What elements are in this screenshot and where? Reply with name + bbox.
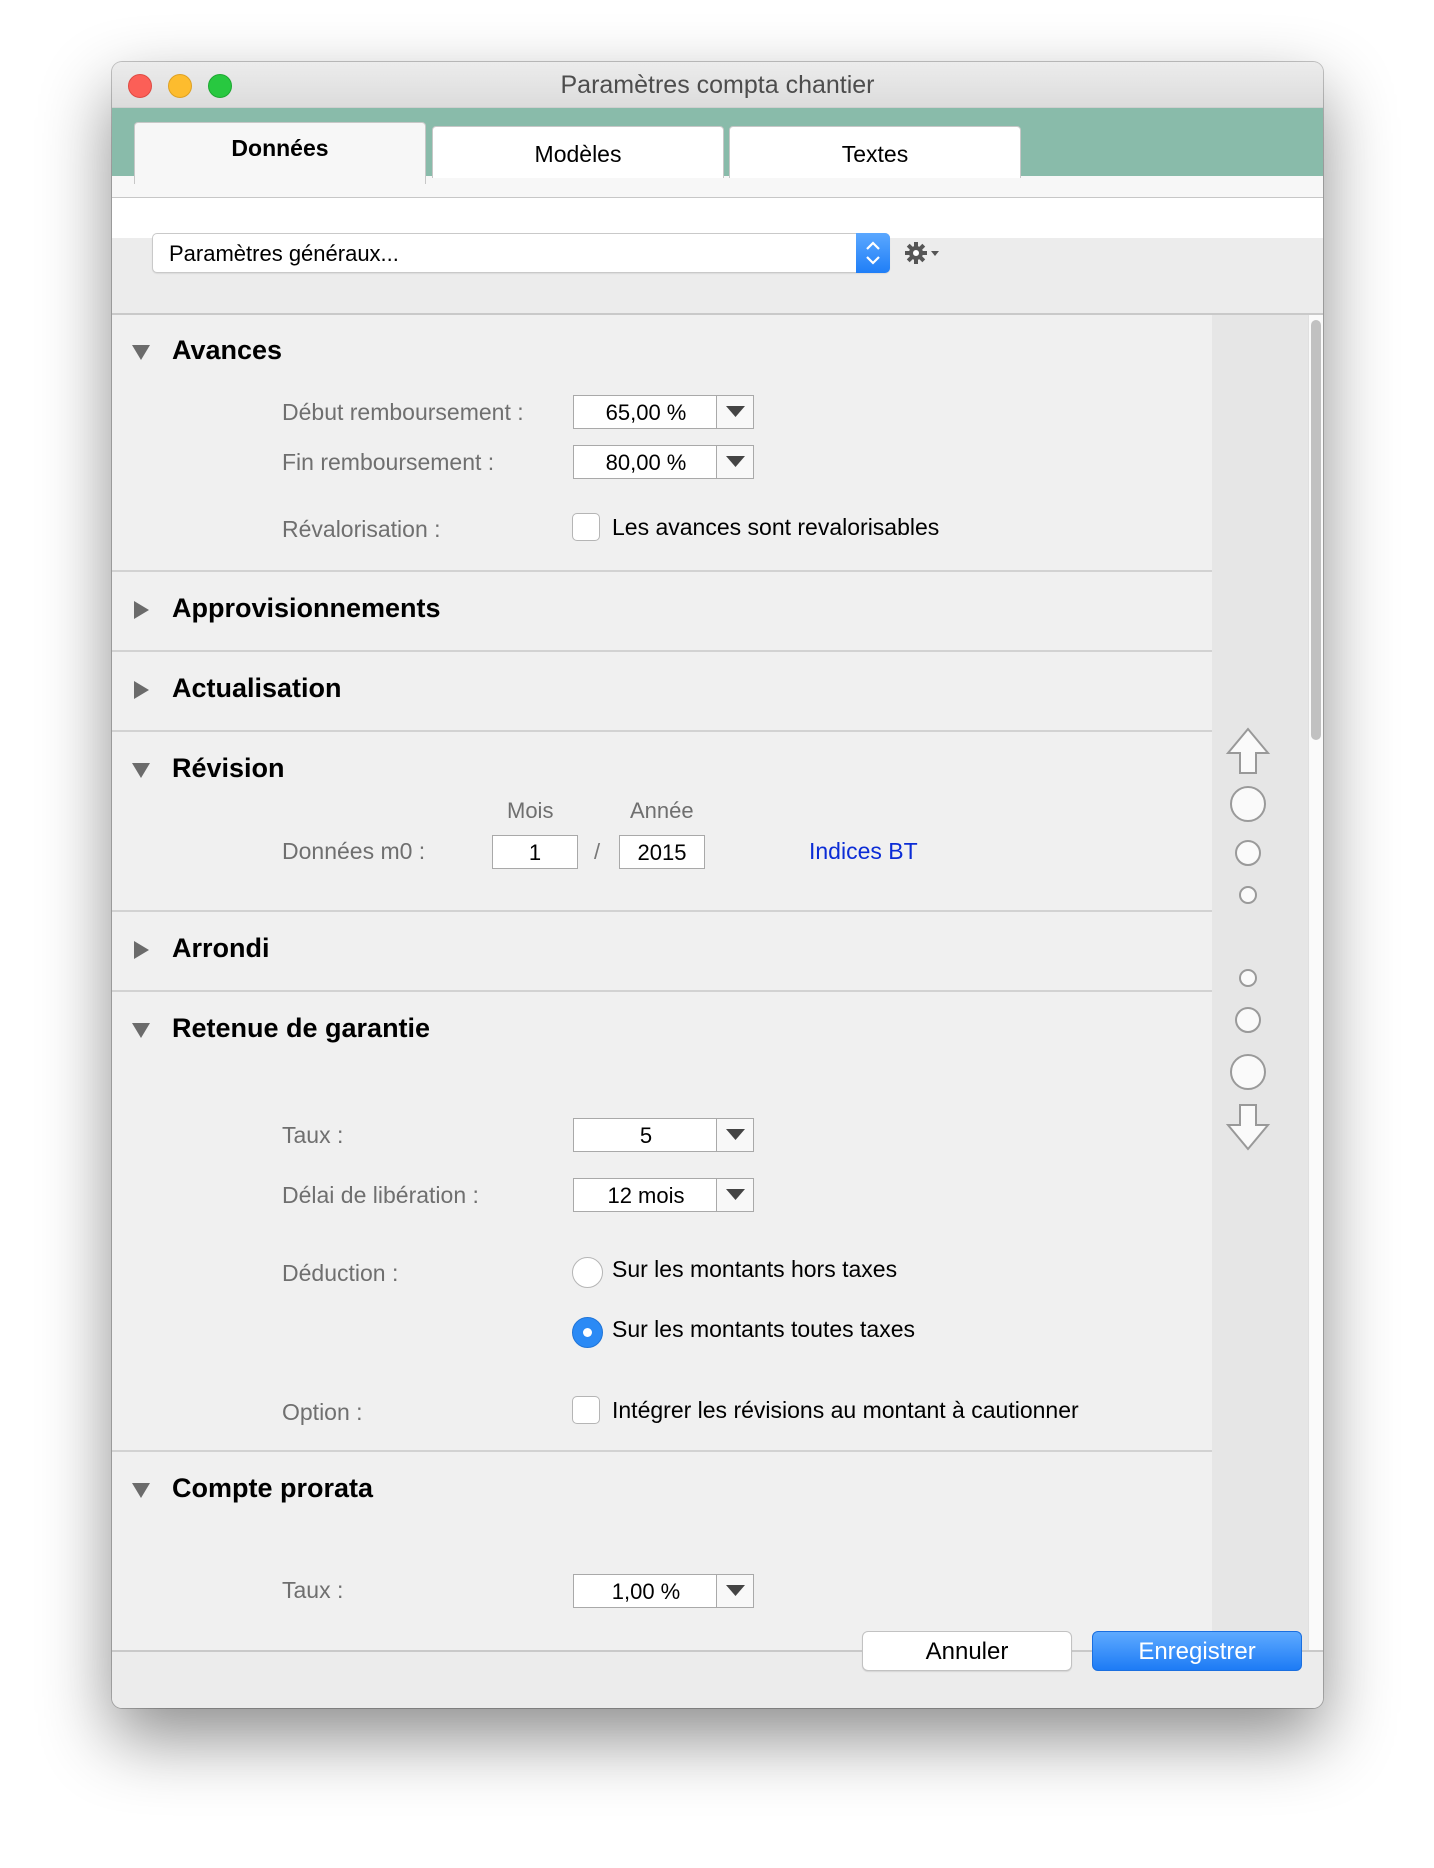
navigation-rail-controls — [1225, 727, 1271, 1151]
section-avances-title: Avances — [172, 335, 283, 365]
title-bar: Paramètres compta chantier — [112, 62, 1323, 108]
deduction-label: Déduction : — [282, 1260, 399, 1286]
window-title: Paramètres compta chantier — [560, 71, 875, 99]
section-arrondi-header[interactable]: Arrondi — [112, 913, 1212, 993]
arrow-down-icon[interactable] — [1225, 1104, 1271, 1151]
section-actualisation-title: Actualisation — [172, 673, 342, 703]
disclosure-expanded-icon[interactable] — [130, 1019, 152, 1041]
disclosure-collapsed-icon[interactable] — [130, 599, 152, 621]
deduction-ht-label[interactable]: Sur les montants hors taxes — [612, 1256, 897, 1283]
section-approvisionnements-header[interactable]: Approvisionnements — [112, 573, 1212, 653]
date-separator: / — [594, 839, 601, 864]
fin-remboursement-value[interactable]: 80,00 % — [574, 450, 718, 476]
donnees-m0-label: Données m0 : — [282, 838, 426, 864]
prorata-taux-value[interactable]: 1,00 % — [574, 1579, 718, 1605]
indices-bt-link[interactable]: Indices BT — [809, 838, 918, 865]
nav-dot-small[interactable] — [1239, 886, 1257, 904]
parameters-popup[interactable]: Paramètres généraux... — [152, 233, 890, 273]
section-revision-title: Révision — [172, 753, 285, 783]
debut-remboursement-combo[interactable]: 65,00 % — [573, 395, 754, 429]
delai-liberation-label: Délai de libération : — [282, 1182, 479, 1208]
annee-input[interactable]: 2015 — [619, 835, 705, 869]
revalorisation-checkbox-label[interactable]: Les avances sont revalorisables — [612, 514, 939, 541]
section-arrondi-title: Arrondi — [172, 933, 270, 963]
disclosure-collapsed-icon[interactable] — [130, 939, 152, 961]
debut-remboursement-value[interactable]: 65,00 % — [574, 400, 718, 426]
arrow-up-icon[interactable] — [1225, 727, 1271, 774]
disclosure-collapsed-icon[interactable] — [130, 679, 152, 701]
save-button[interactable]: Enregistrer — [1092, 1631, 1302, 1671]
fin-remboursement-label: Fin remboursement : — [282, 449, 495, 475]
tab-modeles[interactable]: Modèles — [432, 126, 724, 178]
revalorisation-label: Révalorisation : — [282, 516, 441, 542]
disclosure-expanded-icon[interactable] — [130, 1479, 152, 1501]
debut-remboursement-label: Début remboursement : — [282, 399, 524, 425]
prorata-taux-label: Taux : — [282, 1577, 344, 1603]
section-actualisation-header[interactable]: Actualisation — [112, 653, 1212, 733]
nav-dot-medium[interactable] — [1235, 840, 1261, 866]
tab-strip: Données Modèles Textes — [112, 108, 1323, 238]
delai-liberation-value[interactable]: 12 mois — [574, 1183, 718, 1209]
section-divider — [112, 730, 1212, 732]
prorata-taux-combo[interactable]: 1,00 % — [573, 1574, 754, 1608]
dropdown-arrow-icon[interactable] — [716, 1119, 753, 1151]
delai-liberation-combo[interactable]: 12 mois — [573, 1178, 754, 1212]
deduction-ht-radio[interactable] — [572, 1257, 603, 1288]
option-label: Option : — [282, 1399, 363, 1425]
dropdown-arrow-icon[interactable] — [716, 446, 753, 478]
nav-dot-large[interactable] — [1230, 786, 1266, 822]
revalorisation-checkbox[interactable] — [572, 513, 600, 541]
tab-donnees[interactable]: Données — [134, 122, 426, 184]
disclosure-expanded-icon[interactable] — [130, 341, 152, 363]
section-divider — [112, 1450, 1212, 1452]
retenue-taux-value[interactable]: 5 — [574, 1123, 718, 1149]
integrer-revisions-label[interactable]: Intégrer les révisions au montant à caut… — [612, 1397, 1079, 1424]
tab-textes[interactable]: Textes — [729, 126, 1021, 178]
dropdown-arrow-icon[interactable] — [716, 396, 753, 428]
dropdown-arrow-icon[interactable] — [716, 1179, 753, 1211]
section-approvisionnements-title: Approvisionnements — [172, 593, 441, 623]
popup-stepper-icon[interactable] — [856, 233, 890, 273]
parameters-popup-value: Paramètres généraux... — [169, 241, 399, 266]
mois-input[interactable]: 1 — [492, 835, 578, 869]
gear-icon[interactable] — [904, 238, 944, 268]
annee-column-header: Année — [630, 798, 694, 823]
section-divider — [112, 570, 1212, 572]
section-prorata-title: Compte prorata — [172, 1473, 374, 1503]
section-divider — [112, 910, 1212, 912]
deduction-ttc-radio[interactable] — [572, 1317, 603, 1348]
section-retenue-title: Retenue de garantie — [172, 1013, 431, 1043]
section-prorata-header[interactable]: Compte prorata — [112, 1453, 1212, 1533]
dropdown-arrow-icon[interactable] — [716, 1575, 753, 1607]
settings-window: Paramètres compta chantier Données Modèl… — [112, 62, 1323, 1708]
retenue-taux-label: Taux : — [282, 1122, 344, 1148]
nav-dot-small[interactable] — [1239, 969, 1257, 987]
integrer-revisions-checkbox[interactable] — [572, 1396, 600, 1424]
section-divider — [112, 990, 1212, 992]
retenue-taux-combo[interactable]: 5 — [573, 1118, 754, 1152]
nav-dot-large[interactable] — [1230, 1054, 1266, 1090]
settings-scroll-area[interactable]: Avances Début remboursement : 65,00 % Fi… — [112, 315, 1212, 1650]
section-avances-header[interactable]: Avances — [112, 315, 1212, 395]
deduction-ttc-label[interactable]: Sur les montants toutes taxes — [612, 1316, 915, 1343]
cancel-button[interactable]: Annuler — [862, 1631, 1072, 1671]
mois-column-header: Mois — [507, 798, 554, 823]
fin-remboursement-combo[interactable]: 80,00 % — [573, 445, 754, 479]
scrollbar-thumb[interactable] — [1311, 320, 1321, 740]
nav-dot-medium[interactable] — [1235, 1007, 1261, 1033]
section-divider — [112, 650, 1212, 652]
disclosure-expanded-icon[interactable] — [130, 759, 152, 781]
section-retenue-header[interactable]: Retenue de garantie — [112, 993, 1212, 1073]
